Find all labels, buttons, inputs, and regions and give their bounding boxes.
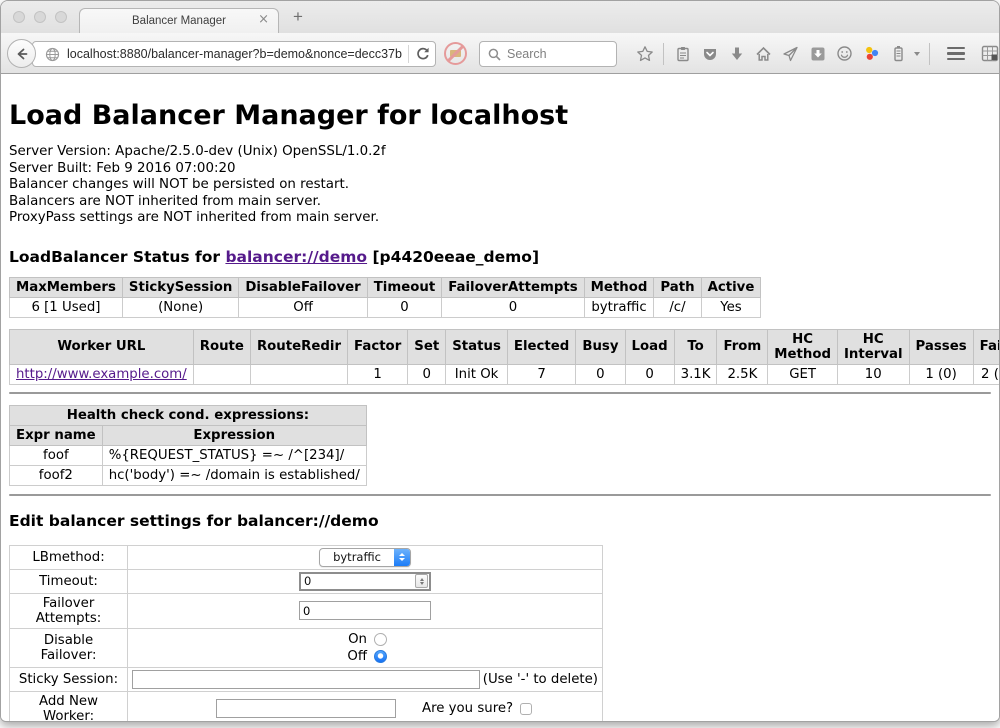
pocket-icon[interactable] bbox=[696, 46, 723, 62]
sticky-session-label: Sticky Session: bbox=[10, 667, 128, 691]
balancer-demo-link[interactable]: balancer://demo bbox=[225, 248, 367, 266]
disable-failover-on-radio[interactable] bbox=[374, 633, 387, 646]
add-new-worker-input[interactable] bbox=[216, 699, 396, 718]
failover-attempts-label: Failover Attempts: bbox=[10, 593, 128, 628]
edit-balancer-heading: Edit balancer settings for balancer://de… bbox=[9, 512, 991, 530]
menu-hamburger-icon[interactable] bbox=[939, 47, 973, 61]
timeout-input[interactable]: 0 bbox=[299, 572, 431, 591]
select-arrows-icon bbox=[394, 549, 410, 566]
page-title: Load Balancer Manager for localhost bbox=[9, 100, 991, 131]
section-divider bbox=[9, 494, 991, 496]
urlbar-divider bbox=[408, 45, 409, 63]
persist-warning-line: Balancer changes will NOT be persisted o… bbox=[9, 177, 991, 194]
balancer-status-table: MaxMembers StickySession DisableFailover… bbox=[9, 277, 761, 318]
toolbar-icons bbox=[631, 33, 1000, 74]
number-stepper-icon[interactable] bbox=[415, 574, 428, 588]
navigation-toolbar: localhost:8880/balancer-manager?b=demo&n… bbox=[1, 33, 999, 74]
reading-list-icon[interactable] bbox=[669, 46, 696, 62]
loadbalancer-status-heading: LoadBalancer Status for balancer://demo … bbox=[9, 248, 991, 266]
chevron-down-icon[interactable] bbox=[914, 52, 920, 56]
are-you-sure-checkbox[interactable] bbox=[520, 703, 532, 715]
hello-colored-dots-icon[interactable] bbox=[858, 45, 885, 62]
table-row: http://www.example.com/ 1 0 Init Ok 7 0 … bbox=[10, 364, 1000, 384]
globe-icon bbox=[45, 47, 60, 62]
disable-failover-off-radio[interactable] bbox=[374, 650, 387, 663]
table-row: foof2 hc('body') =~ /domain is establish… bbox=[10, 465, 367, 485]
browser-window: Balancer Manager × + localhost:8880/bala… bbox=[0, 0, 1000, 722]
search-input[interactable]: Search bbox=[479, 41, 617, 67]
page-content: Load Balancer Manager for localhost Serv… bbox=[1, 74, 999, 721]
are-you-sure-label: Are you sure? bbox=[422, 701, 513, 716]
health-check-table: Health check cond. expressions: Expr nam… bbox=[9, 405, 367, 486]
back-arrow-icon bbox=[15, 47, 29, 61]
url-text: localhost:8880/balancer-manager?b=demo&n… bbox=[67, 47, 402, 61]
table-row: foof %{REQUEST_STATUS} =~ /^[234]/ bbox=[10, 445, 367, 465]
server-version-line: Server Version: Apache/2.5.0-dev (Unix) … bbox=[9, 144, 991, 161]
sticky-session-hint: (Use '-' to delete) bbox=[483, 672, 598, 687]
tab-bar: Balancer Manager × + bbox=[1, 1, 999, 33]
tab-close-icon[interactable]: × bbox=[258, 12, 269, 27]
health-table-title: Health check cond. expressions: bbox=[10, 405, 367, 425]
plugin-blocked-icon[interactable] bbox=[444, 42, 467, 65]
server-info: Server Version: Apache/2.5.0-dev (Unix) … bbox=[9, 144, 991, 227]
lbmethod-select[interactable]: bytraffic bbox=[319, 548, 411, 567]
bookmark-star-icon[interactable] bbox=[631, 45, 658, 63]
timeout-label: Timeout: bbox=[10, 569, 128, 593]
balancer-settings-form: LBmethod: bytraffic Timeout: 0 bbox=[9, 545, 603, 721]
sticky-session-input[interactable] bbox=[132, 670, 480, 689]
radio-on-label: On bbox=[343, 632, 367, 647]
add-new-worker-label: Add New Worker: bbox=[10, 691, 128, 721]
download-panel-icon[interactable] bbox=[804, 46, 831, 62]
search-placeholder: Search bbox=[507, 47, 547, 61]
minimize-window-button[interactable] bbox=[34, 11, 46, 23]
failover-attempts-input[interactable] bbox=[299, 601, 431, 620]
tab-title: Balancer Manager bbox=[132, 15, 226, 27]
back-button[interactable] bbox=[7, 39, 36, 68]
toolbar-separator bbox=[663, 43, 664, 65]
browser-tab[interactable]: Balancer Manager × bbox=[79, 8, 279, 33]
addon-grid-icon[interactable] bbox=[973, 45, 1000, 62]
section-divider bbox=[9, 392, 991, 394]
downloads-icon[interactable] bbox=[723, 46, 750, 62]
new-tab-button[interactable]: + bbox=[293, 7, 303, 27]
reload-icon[interactable] bbox=[415, 46, 431, 62]
inherit-warning-line: Balancers are NOT inherited from main se… bbox=[9, 194, 991, 211]
chat-smiley-icon[interactable] bbox=[831, 45, 858, 62]
worker-status-table: Worker URL Route RouteRedir Factor Set S… bbox=[9, 329, 999, 385]
radio-off-label: Off bbox=[343, 649, 367, 664]
home-icon[interactable] bbox=[750, 46, 777, 62]
container-battery-icon[interactable] bbox=[885, 45, 912, 62]
search-icon bbox=[488, 48, 501, 61]
url-bar[interactable]: localhost:8880/balancer-manager?b=demo&n… bbox=[32, 41, 436, 67]
worker-url-link[interactable]: http://www.example.com/ bbox=[16, 367, 187, 382]
proxypass-warning-line: ProxyPass settings are NOT inherited fro… bbox=[9, 210, 991, 227]
window-controls bbox=[13, 11, 67, 23]
disable-failover-label: Disable Failover: bbox=[10, 628, 128, 667]
table-row: 6 [1 Used] (None) Off 0 0 bytraffic /c/ … bbox=[10, 297, 761, 317]
server-built-line: Server Built: Feb 9 2016 07:00:20 bbox=[9, 161, 991, 178]
share-icon[interactable] bbox=[777, 46, 804, 62]
toolbar-separator bbox=[929, 43, 930, 65]
zoom-window-button[interactable] bbox=[55, 11, 67, 23]
close-window-button[interactable] bbox=[13, 11, 25, 23]
lbmethod-label: LBmethod: bbox=[10, 545, 128, 569]
